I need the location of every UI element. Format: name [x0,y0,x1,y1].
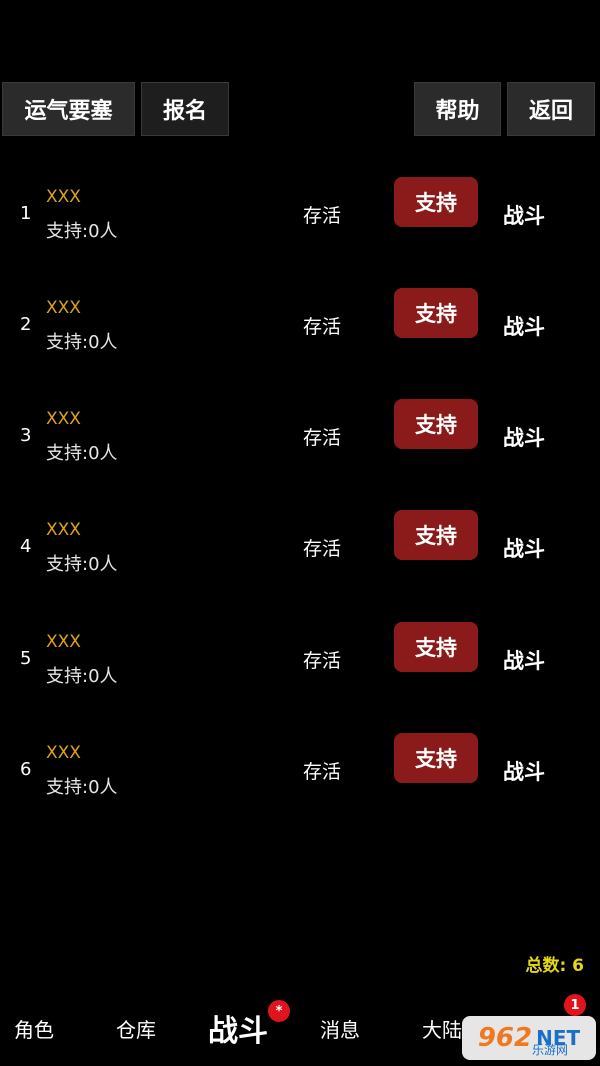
site-watermark-logo: 962 NET 乐游网 [462,1016,596,1060]
tab-continent[interactable]: 大陆 [422,1014,462,1043]
fight-link[interactable]: 战斗 [503,756,545,786]
notification-badge: 1 [564,994,586,1016]
tab-battle[interactable]: 战斗 [208,1006,268,1050]
fight-link[interactable]: 战斗 [503,200,545,230]
rank-number: 3 [20,425,32,446]
watermark-cn: 乐游网 [532,1043,569,1057]
list-item: 6 XXX 支持:0人 存活 支持 战斗 [0,733,600,803]
support-button[interactable]: 支持 [394,288,478,338]
list-item: 1 XXX 支持:0人 存活 支持 战斗 [0,177,600,247]
support-count: 支持:0人 [46,221,118,242]
list-item: 4 XXX 支持:0人 存活 支持 战斗 [0,510,600,580]
list-item: 5 XXX 支持:0人 存活 支持 战斗 [0,622,600,692]
support-count: 支持:0人 [46,443,118,464]
help-button[interactable]: 帮助 [414,82,501,136]
fight-link[interactable]: 战斗 [503,533,545,563]
support-count: 支持:0人 [46,332,118,353]
status-label: 存活 [303,205,342,227]
back-button[interactable]: 返回 [507,82,595,136]
top-toolbar: 运气要塞 报名 帮助 返回 [0,82,600,136]
support-count: 支持:0人 [46,554,118,575]
player-name: XXX [46,520,81,540]
watermark-number: 962 [477,1023,533,1053]
support-button[interactable]: 支持 [394,510,478,560]
battle-badge: * [268,1000,290,1022]
tab-messages[interactable]: 消息 [320,1014,360,1043]
status-label: 存活 [303,538,342,560]
rank-number: 1 [20,203,32,224]
status-label: 存活 [303,761,342,783]
status-label: 存活 [303,427,342,449]
support-count: 支持:0人 [46,666,118,687]
player-name: XXX [46,187,81,207]
support-button[interactable]: 支持 [394,733,478,783]
rank-number: 2 [20,314,32,335]
player-name: XXX [46,298,81,318]
lucky-fortress-button[interactable]: 运气要塞 [2,82,135,136]
signup-button[interactable]: 报名 [141,82,229,136]
rank-number: 4 [20,536,32,557]
player-name: XXX [46,409,81,429]
tab-character[interactable]: 角色 [14,1014,54,1043]
player-name: XXX [46,743,81,763]
fight-link[interactable]: 战斗 [503,645,545,675]
status-label: 存活 [303,650,342,672]
list-item: 3 XXX 支持:0人 存活 支持 战斗 [0,399,600,469]
fight-link[interactable]: 战斗 [503,422,545,452]
status-label: 存活 [303,316,342,338]
support-button[interactable]: 支持 [394,177,478,227]
tab-warehouse[interactable]: 仓库 [116,1014,156,1043]
player-name: XXX [46,632,81,652]
rank-number: 6 [20,759,32,780]
rank-number: 5 [20,648,32,669]
fight-link[interactable]: 战斗 [503,311,545,341]
list-item: 2 XXX 支持:0人 存活 支持 战斗 [0,288,600,358]
total-count: 总数: 6 [525,956,584,976]
support-count: 支持:0人 [46,777,118,798]
support-button[interactable]: 支持 [394,622,478,672]
support-button[interactable]: 支持 [394,399,478,449]
